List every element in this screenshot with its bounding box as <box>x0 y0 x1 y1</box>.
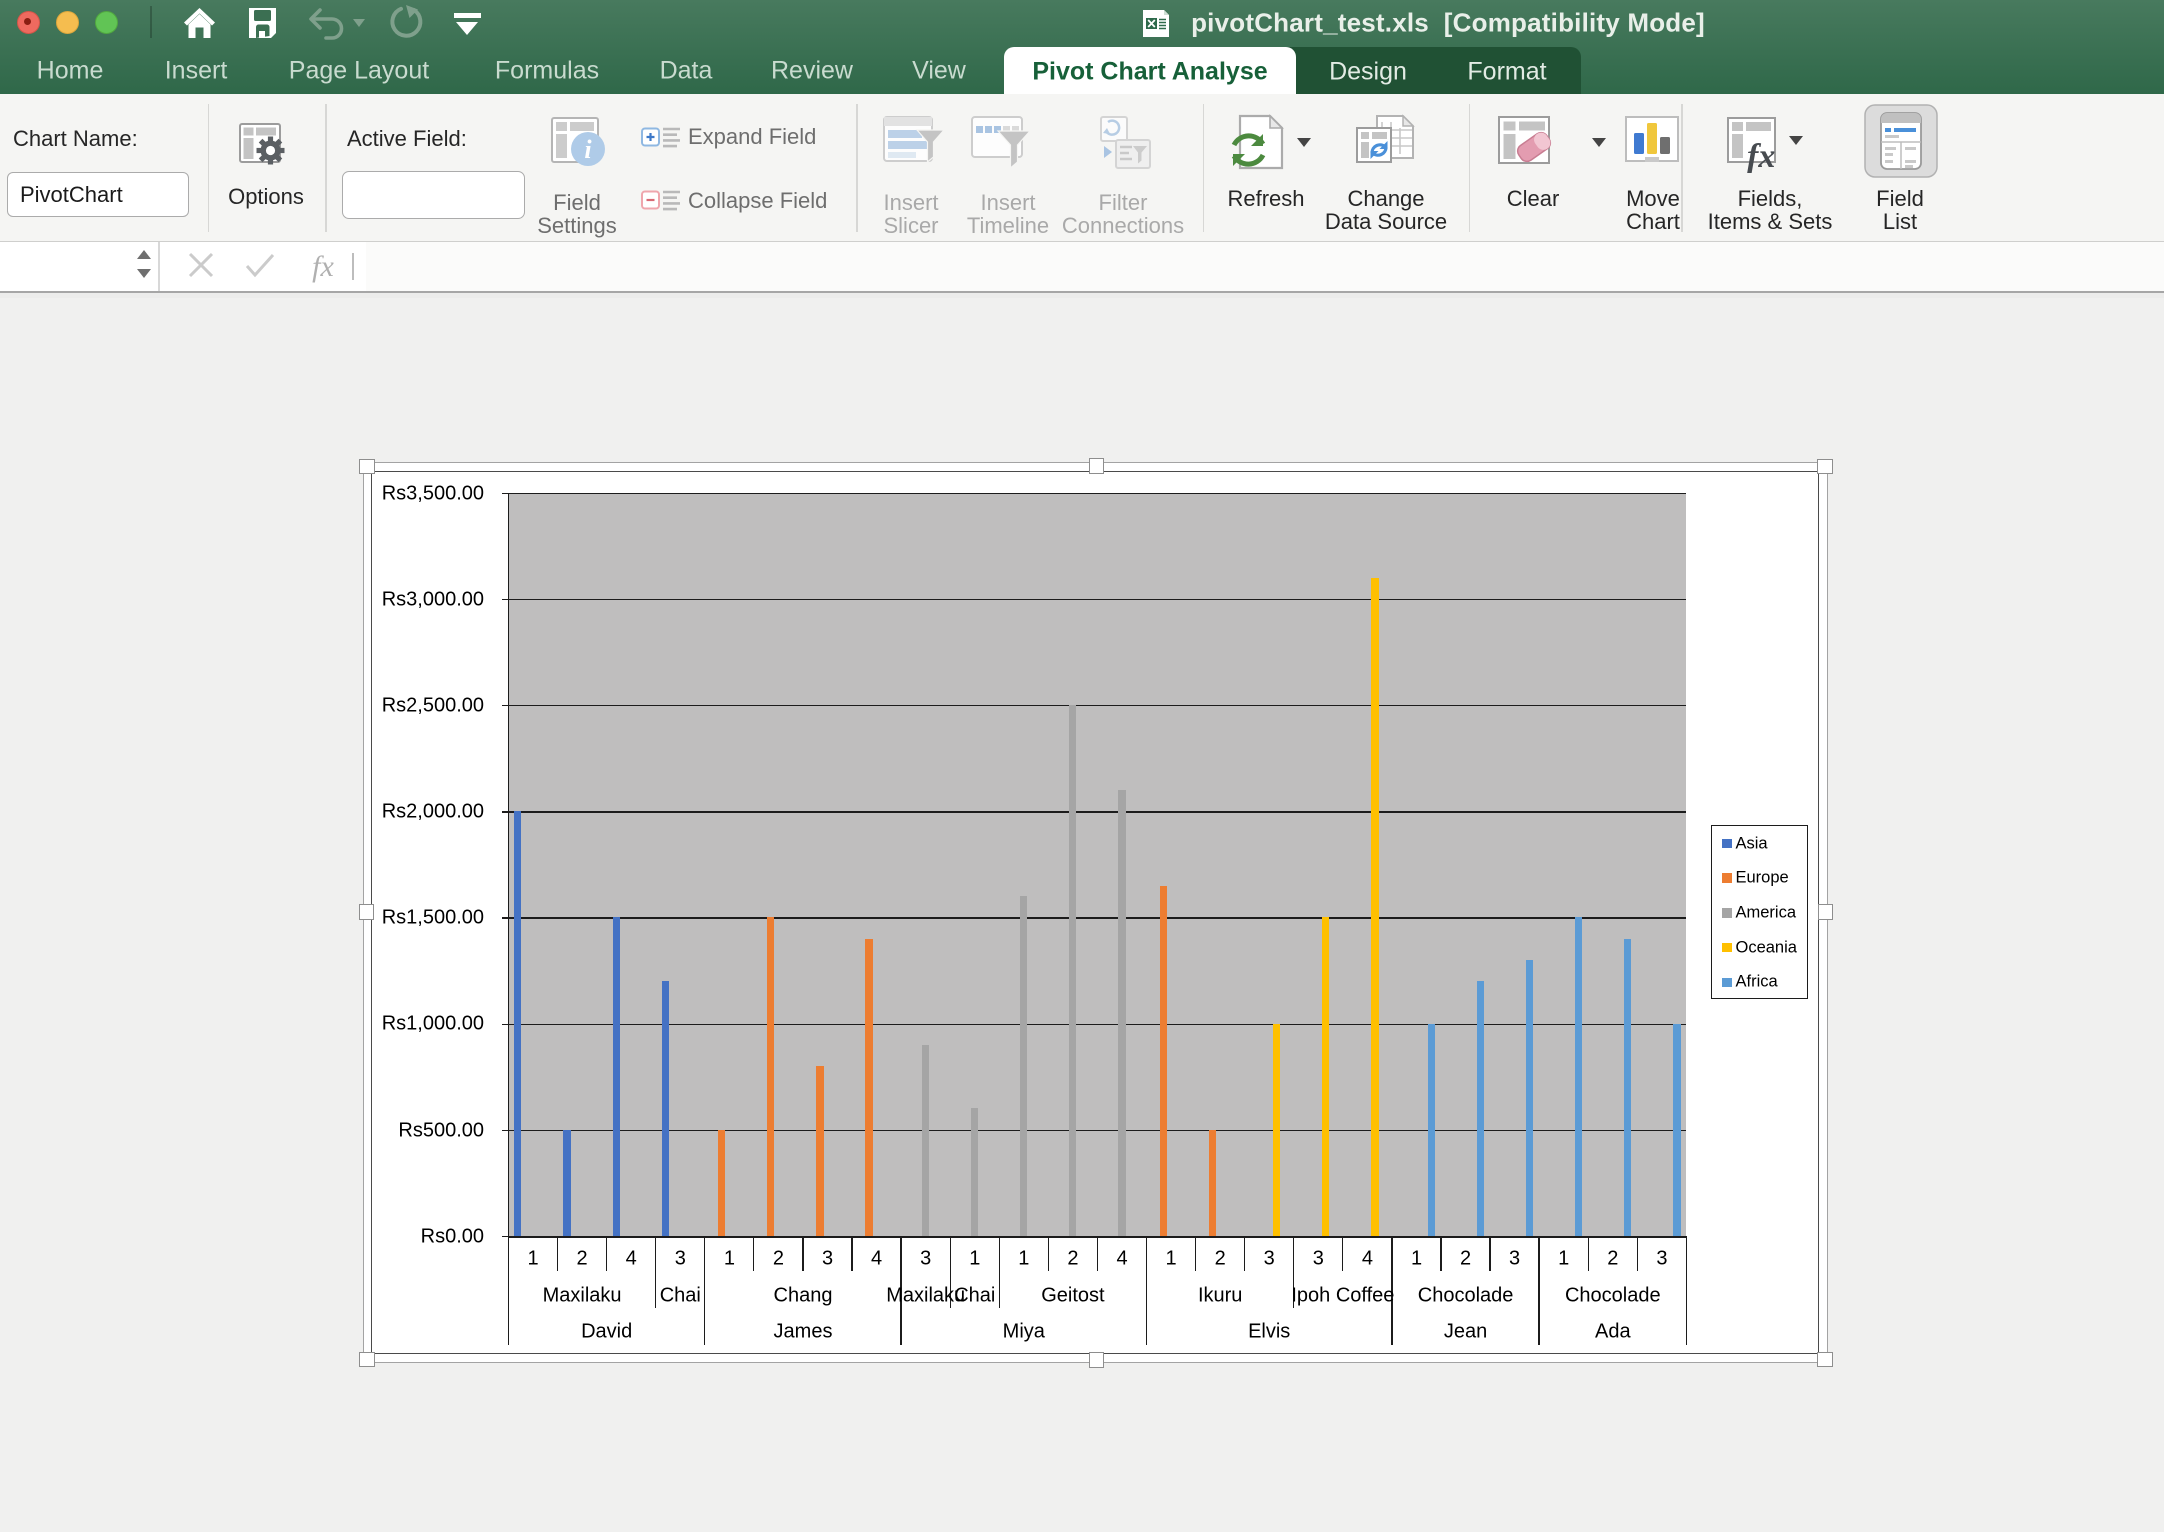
svg-text:fx: fx <box>1747 138 1775 173</box>
svg-text:i: i <box>584 135 592 164</box>
svg-text:fx: fx <box>312 250 334 283</box>
